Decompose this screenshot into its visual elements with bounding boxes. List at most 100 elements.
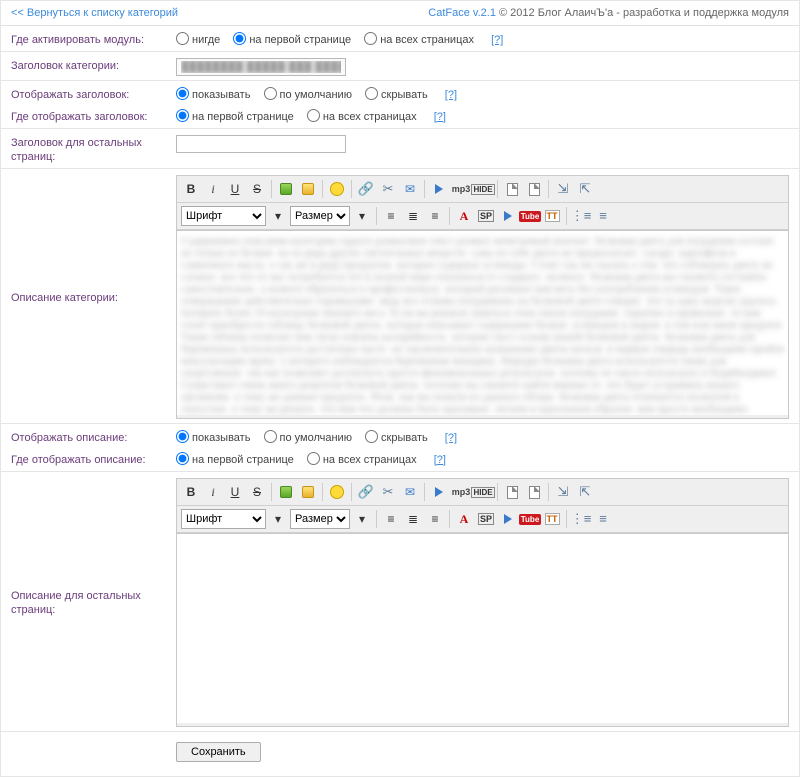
row-cat-desc: Описание категории: B i U S 🔗 ✂ ✉ (1, 169, 799, 424)
spoiler-icon[interactable]: SP (476, 206, 496, 226)
page1-icon[interactable] (502, 482, 522, 502)
row-activate: Где активировать модуль: нигде на первой… (1, 26, 799, 52)
bold-icon[interactable]: B (181, 482, 201, 502)
opt-show-desc-default[interactable]: по умолчанию (264, 432, 352, 444)
italic-icon[interactable]: i (203, 482, 223, 502)
opt-show-desc-show[interactable]: показывать (176, 432, 250, 444)
tt-icon[interactable]: TT (542, 206, 562, 226)
anchor-icon[interactable]: ⇱ (575, 482, 595, 502)
smile-icon[interactable] (327, 482, 347, 502)
image-icon[interactable] (276, 179, 296, 199)
textarea-cat-desc[interactable]: Содержимое описания категории скрыто раз… (177, 230, 788, 415)
smile-icon[interactable] (327, 179, 347, 199)
label-other-desc: Описание для остальных страниц: (11, 586, 176, 618)
youtube-icon[interactable]: Tube (520, 509, 540, 529)
image-icon[interactable] (276, 482, 296, 502)
flash-icon[interactable] (498, 206, 518, 226)
toolbar-2: Шрифт ▾ Размер ▾ ≡ ≣ ≡ A SP Tube TT ⋮≡ (177, 203, 788, 230)
opt-activate-all[interactable]: на всех страницах (364, 34, 474, 46)
youtube-icon[interactable]: Tube (520, 206, 540, 226)
size-select[interactable]: Размер (290, 509, 350, 529)
label-other-title: Заголовок для остальных страниц: (11, 133, 176, 165)
underline-icon[interactable]: U (225, 179, 245, 199)
input-cat-title[interactable] (176, 58, 346, 76)
opt-where-desc-first[interactable]: на первой странице (176, 454, 294, 466)
anchor-icon[interactable]: ⇱ (575, 179, 595, 199)
copyright-text: © 2012 Блог АлаичЪ'а - разработка и подд… (499, 7, 789, 19)
break-icon[interactable]: ⇲ (553, 482, 573, 502)
folder-icon[interactable] (298, 482, 318, 502)
unlink-icon[interactable]: ✂ (378, 482, 398, 502)
label-cat-desc: Описание категории: (11, 288, 176, 305)
email-icon[interactable]: ✉ (400, 482, 420, 502)
color-icon[interactable]: A (454, 206, 474, 226)
help-where-title[interactable]: [?] (434, 111, 446, 123)
toolbar-1: B i U S 🔗 ✂ ✉ mp3 HIDE (177, 176, 788, 203)
page2-icon[interactable] (524, 482, 544, 502)
ul-icon[interactable]: ⋮≡ (571, 206, 591, 226)
help-activate[interactable]: [?] (491, 34, 503, 46)
underline-icon[interactable]: U (225, 482, 245, 502)
strike-icon[interactable]: S (247, 179, 267, 199)
app-name-link[interactable]: CatFace v.2.1 (428, 7, 496, 19)
page2-icon[interactable] (524, 179, 544, 199)
editor-other-desc: B i U S 🔗 ✂ ✉ mp3 HIDE (176, 478, 789, 727)
hide-icon[interactable]: HIDE (473, 482, 493, 502)
size-select[interactable]: Размер (290, 206, 350, 226)
mp3-icon[interactable]: mp3 (451, 482, 471, 502)
row-other-desc: Описание для остальных страниц: B i U S … (1, 472, 799, 732)
media-play-icon[interactable] (429, 179, 449, 199)
ul-icon[interactable]: ⋮≡ (571, 509, 591, 529)
align-center-icon[interactable]: ≣ (403, 206, 423, 226)
opt-where-title-first[interactable]: на первой странице (176, 111, 294, 123)
hide-icon[interactable]: HIDE (473, 179, 493, 199)
editor-cat-desc: B i U S 🔗 ✂ ✉ mp3 HIDE (176, 175, 789, 419)
page1-icon[interactable] (502, 179, 522, 199)
align-center-icon[interactable]: ≣ (403, 509, 423, 529)
row-cat-title: Заголовок категории: (1, 52, 799, 81)
color-icon[interactable]: A (454, 509, 474, 529)
input-other-title[interactable] (176, 135, 346, 153)
help-where-desc[interactable]: [?] (434, 454, 446, 466)
mp3-icon[interactable]: mp3 (451, 179, 471, 199)
italic-icon[interactable]: i (203, 179, 223, 199)
back-link[interactable]: << Вернуться к списку категорий (11, 7, 178, 19)
opt-where-desc-all[interactable]: на всех страницах (307, 454, 417, 466)
opt-activate-first[interactable]: на первой странице (233, 34, 351, 46)
ol-icon[interactable]: ≡ (593, 509, 613, 529)
font-select[interactable]: Шрифт (181, 509, 266, 529)
size-dd-icon[interactable]: ▾ (352, 206, 372, 226)
opt-show-title-hide[interactable]: скрывать (365, 89, 428, 101)
submit-row: Сохранить (1, 732, 799, 776)
font-select[interactable]: Шрифт (181, 206, 266, 226)
strike-icon[interactable]: S (247, 482, 267, 502)
unlink-icon[interactable]: ✂ (378, 179, 398, 199)
font-dd-icon[interactable]: ▾ (268, 509, 288, 529)
align-right-icon[interactable]: ≡ (425, 206, 445, 226)
email-icon[interactable]: ✉ (400, 179, 420, 199)
textarea-other-desc[interactable] (177, 533, 788, 723)
flash-icon[interactable] (498, 509, 518, 529)
ol-icon[interactable]: ≡ (593, 206, 613, 226)
spoiler-icon[interactable]: SP (476, 509, 496, 529)
size-dd-icon[interactable]: ▾ (352, 509, 372, 529)
help-show-desc[interactable]: [?] (445, 432, 457, 444)
link-icon[interactable]: 🔗 (356, 482, 376, 502)
help-show-title[interactable]: [?] (445, 89, 457, 101)
save-button[interactable]: Сохранить (176, 742, 261, 762)
break-icon[interactable]: ⇲ (553, 179, 573, 199)
bold-icon[interactable]: B (181, 179, 201, 199)
opt-show-title-show[interactable]: показывать (176, 89, 250, 101)
align-left-icon[interactable]: ≡ (381, 509, 401, 529)
font-dd-icon[interactable]: ▾ (268, 206, 288, 226)
align-left-icon[interactable]: ≡ (381, 206, 401, 226)
tt-icon[interactable]: TT (542, 509, 562, 529)
opt-show-title-default[interactable]: по умолчанию (264, 89, 352, 101)
opt-activate-nowhere[interactable]: нигде (176, 34, 220, 46)
align-right-icon[interactable]: ≡ (425, 509, 445, 529)
link-icon[interactable]: 🔗 (356, 179, 376, 199)
media-play-icon[interactable] (429, 482, 449, 502)
opt-where-title-all[interactable]: на всех страницах (307, 111, 417, 123)
folder-icon[interactable] (298, 179, 318, 199)
opt-show-desc-hide[interactable]: скрывать (365, 432, 428, 444)
